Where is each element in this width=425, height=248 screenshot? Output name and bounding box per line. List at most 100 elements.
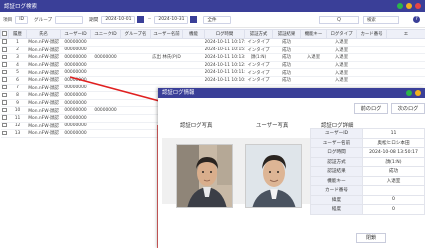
row-checkbox-cell[interactable]	[0, 114, 9, 123]
row-checkbox[interactable]	[2, 92, 7, 98]
row-checkbox[interactable]	[2, 122, 7, 128]
table-cell-group	[120, 46, 151, 55]
table-header-row: 履歴 氏名 ユーザーID ユニークID グループ名 ユーザー名前 機能 ログ時間 認証方式 認証結…	[0, 29, 425, 39]
table-cell-key	[300, 76, 327, 85]
detail-table: ユーザーID 11 ユーザー名前 奥松ヒロシ本田 ログ時間 2024-10-08 13:5…	[310, 128, 425, 215]
minimize-dot-icon[interactable]	[397, 3, 403, 9]
table-cell-group	[120, 38, 151, 47]
column-header[interactable]: 認証方式	[244, 29, 273, 39]
detail-row: ユーザーID 11	[310, 128, 425, 139]
calendar-icon[interactable]	[137, 16, 145, 23]
table-cell-uniq	[90, 61, 121, 70]
row-checkbox[interactable]	[2, 47, 7, 52]
table-cell-uname	[150, 76, 183, 85]
date-from-input[interactable]: 2024-10-01	[101, 15, 136, 24]
column-header[interactable]: カード番号	[356, 29, 387, 39]
row-checkbox-cell[interactable]	[0, 122, 9, 131]
table-row[interactable]: 1Mon.nFW-顔認00000000 2024-10-11 10:17:34イン…	[0, 38, 425, 47]
item-select[interactable]: ID	[15, 15, 28, 24]
detail-key: 認証方式	[310, 156, 363, 167]
row-checkbox[interactable]	[2, 62, 7, 67]
column-header[interactable]: ログ時間	[204, 29, 245, 39]
column-header[interactable]: 氏名	[26, 29, 61, 39]
table-cell-name: Mon.nFW-顔認	[26, 53, 61, 62]
minimize-dot-icon[interactable]	[406, 90, 412, 96]
table-cell-time: 2024-10-11 10:12:01	[204, 61, 245, 70]
row-checkbox-cell[interactable]	[0, 84, 9, 93]
row-checkbox[interactable]	[2, 130, 7, 136]
row-checkbox-cell[interactable]	[0, 91, 9, 100]
column-header[interactable]: 機能キー	[300, 29, 327, 39]
table-row[interactable]: 2Mon.nFW-顔認00000000 2024-10-11 10:15:28イン…	[0, 46, 425, 55]
detail-key: 緯度	[310, 194, 363, 205]
table-cell-no: 2	[8, 46, 27, 55]
prev-log-button[interactable]: 前のログ	[354, 103, 388, 114]
detail-row: 認証方式 顔(1:N)	[310, 156, 425, 167]
all-select[interactable]: 全件	[203, 15, 232, 24]
select-all-checkbox[interactable]	[2, 31, 7, 36]
column-header[interactable]: ユーザーID	[60, 29, 91, 39]
table-row[interactable]: 6Mon.nFW-顔認00000000 2024-10-11 10:10:44イン…	[0, 76, 425, 85]
keyword-input[interactable]: 検索	[363, 16, 399, 24]
row-checkbox-cell[interactable]	[0, 68, 9, 77]
row-checkbox[interactable]	[2, 77, 7, 82]
calendar-icon[interactable]	[190, 16, 198, 23]
row-checkbox[interactable]	[2, 100, 7, 105]
row-checkbox[interactable]	[2, 115, 7, 120]
table-cell-uniq	[90, 91, 121, 100]
row-checkbox[interactable]	[2, 54, 7, 60]
table-cell-uname	[150, 38, 183, 47]
row-checkbox-cell[interactable]	[0, 61, 9, 70]
table-cell-name: Mon.nFW-顔認	[26, 114, 61, 123]
column-header[interactable]: ユーザー名前	[150, 29, 183, 39]
table-cell-group	[120, 122, 151, 131]
row-checkbox-cell[interactable]	[0, 38, 9, 47]
table-row[interactable]: 5Mon.nFW-顔認00000000 2024-10-11 10:11:05イン…	[0, 68, 425, 77]
row-checkbox-cell[interactable]	[0, 99, 9, 108]
detail-value: 2024-10-08 13:50:17	[362, 147, 425, 158]
table-cell-name: Mon.nFW-顔認	[26, 76, 61, 85]
table-cell-uname	[150, 68, 183, 77]
next-log-button[interactable]: 次のログ	[391, 103, 425, 114]
row-checkbox-cell[interactable]	[0, 129, 9, 138]
group-select[interactable]	[55, 15, 84, 24]
column-header[interactable]: ユニークID	[90, 29, 121, 39]
column-header[interactable]: エ	[386, 29, 425, 39]
maximize-dot-icon[interactable]	[406, 3, 412, 9]
row-checkbox[interactable]	[2, 107, 7, 113]
row-checkbox[interactable]	[2, 84, 7, 90]
table-cell-uid: 00000000	[60, 61, 91, 70]
table-cell-no: 3	[8, 53, 27, 62]
row-checkbox-cell[interactable]	[0, 53, 9, 62]
column-header[interactable]	[0, 29, 9, 39]
close-dot-icon[interactable]	[415, 3, 421, 9]
row-checkbox[interactable]	[2, 39, 7, 44]
date-to-input[interactable]: 2024-10-31	[154, 15, 189, 24]
column-header[interactable]: ログタイプ	[326, 29, 357, 39]
row-checkbox-cell[interactable]	[0, 76, 9, 85]
table-row[interactable]: 4Mon.nFW-顔認00000000 2024-10-11 10:12:01イン…	[0, 61, 425, 70]
close-button[interactable]: 閉鎖	[356, 233, 386, 243]
detail-key: カード番号	[310, 185, 363, 196]
auth-log-photo	[176, 144, 233, 208]
column-header[interactable]: 機能	[182, 29, 205, 39]
table-cell-group	[120, 114, 151, 123]
column-header[interactable]: 履歴	[8, 29, 27, 39]
table-cell-time: 2024-10-11 10:10:44	[204, 76, 245, 85]
maximize-dot-icon[interactable]	[415, 90, 421, 96]
table-cell-uniq: 00000000	[90, 106, 121, 115]
column-header[interactable]: グループ名	[120, 29, 151, 39]
table-cell-uid: 00000000	[60, 129, 91, 138]
table-cell-method: インタイプ	[244, 38, 273, 47]
help-icon[interactable]: ?	[413, 16, 420, 23]
row-checkbox[interactable]	[2, 69, 7, 75]
table-cell-extra	[386, 53, 425, 62]
table-cell-key	[300, 38, 327, 47]
table-cell-no: 13	[8, 129, 27, 138]
row-checkbox-cell[interactable]	[0, 106, 9, 115]
row-checkbox-cell[interactable]	[0, 46, 9, 55]
table-row[interactable]: 3 Mon.nFW-顔認 00000000 00000000 広出 林氏(P)D 2024…	[0, 53, 425, 62]
search-button[interactable]: Q	[319, 16, 359, 24]
column-header[interactable]: 認証結果	[272, 29, 301, 39]
detail-row: カード番号	[310, 185, 425, 196]
